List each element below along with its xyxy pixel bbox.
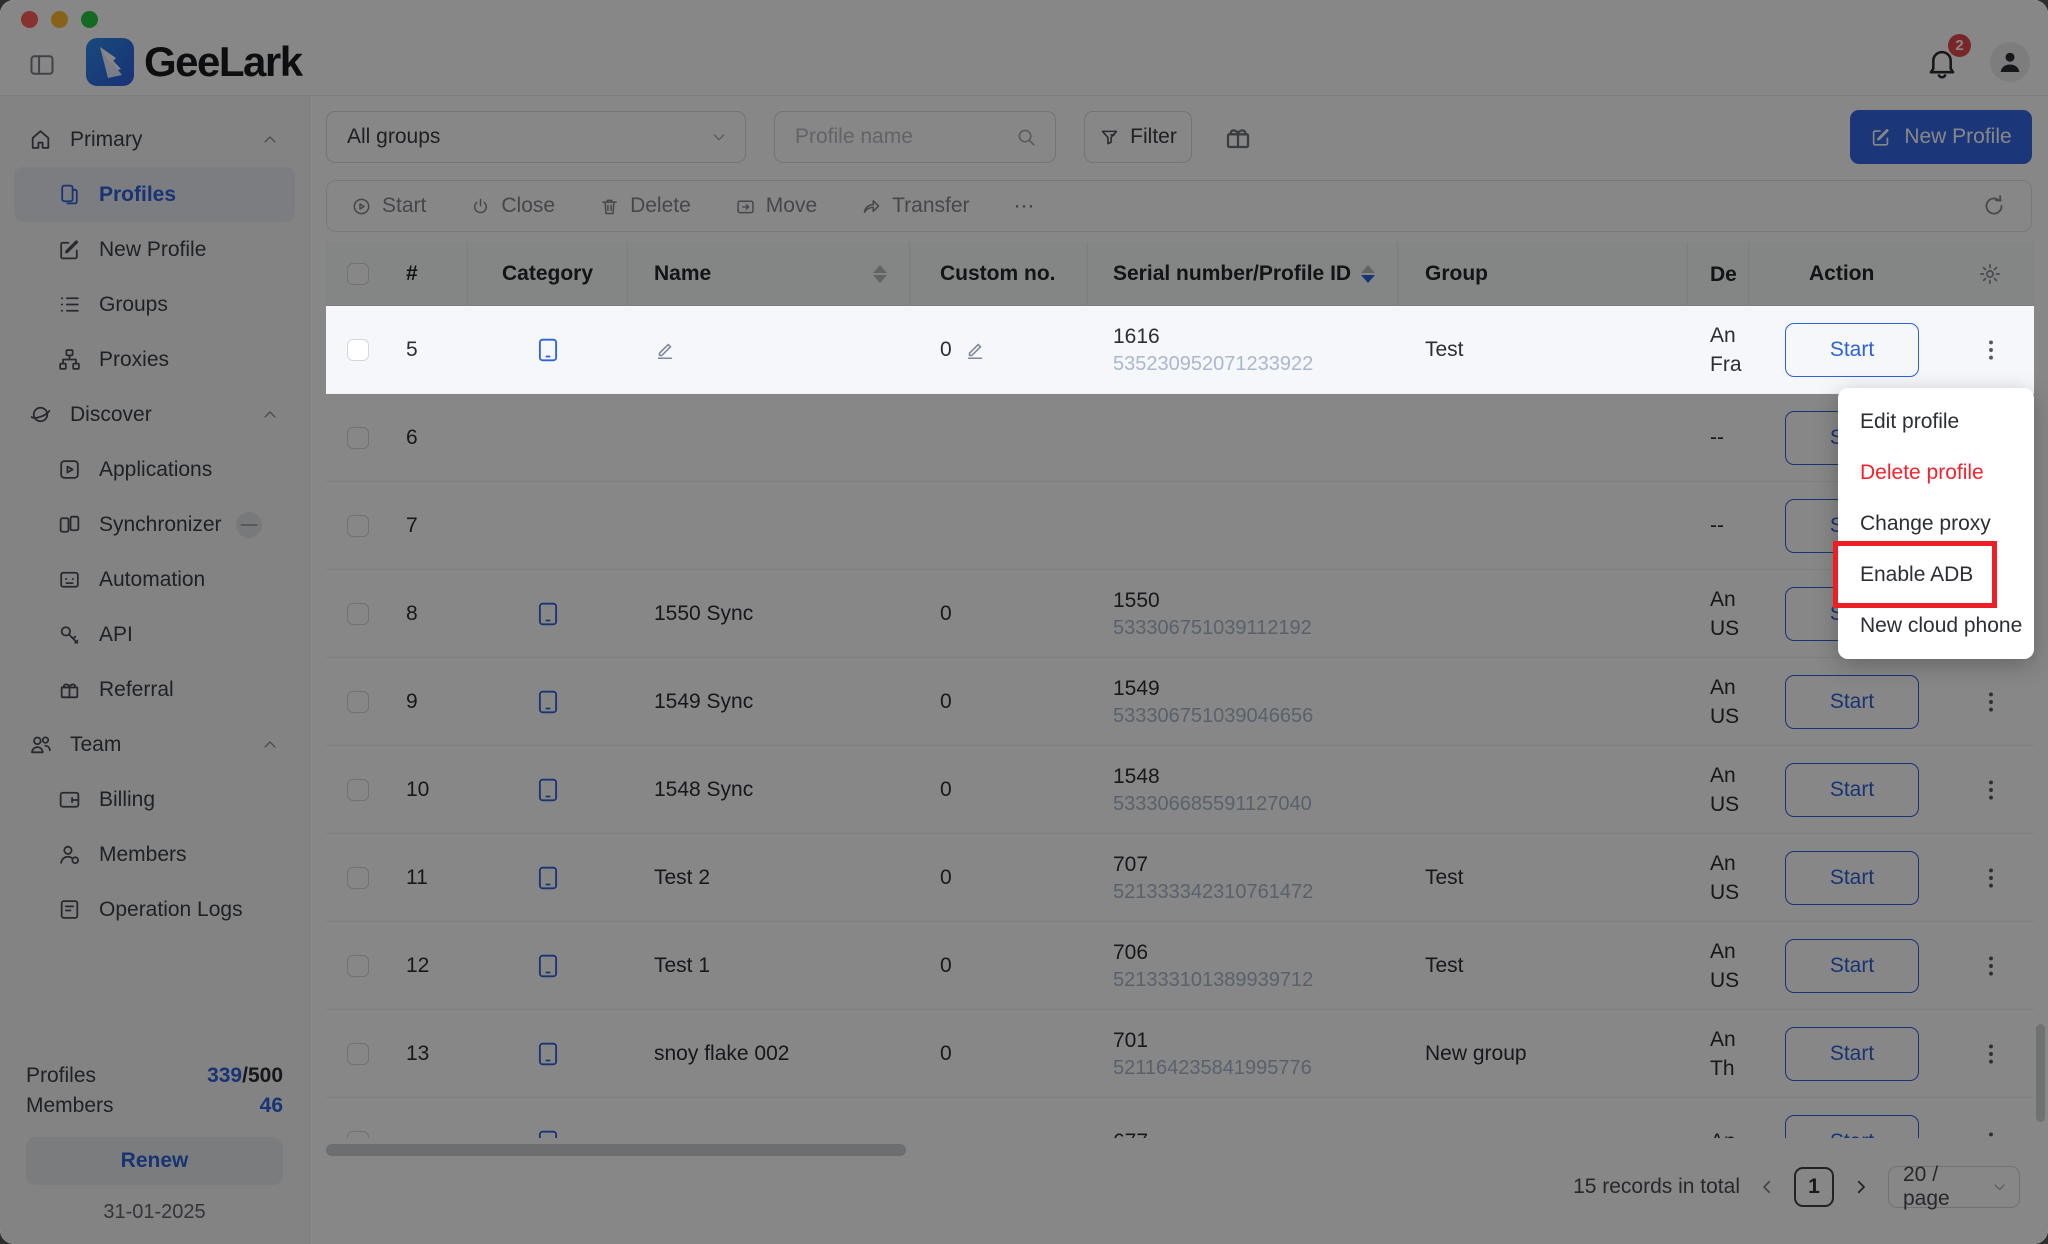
- phone-icon: [535, 331, 561, 369]
- cell-checkbox: [326, 306, 390, 393]
- profile-row-5: 5 0 1616 535230952071233922 Test An Fra Start: [326, 306, 2034, 394]
- menu-item-delete-profile[interactable]: Delete profile: [1838, 447, 2034, 498]
- cell-category: [468, 306, 628, 393]
- row-checkbox[interactable]: [347, 339, 369, 361]
- serial-number: 1616: [1113, 324, 1160, 349]
- cell-serial: 1616 535230952071233922: [1088, 306, 1398, 393]
- profile-id: 535230952071233922: [1113, 352, 1313, 376]
- cell-number: 5: [390, 306, 468, 393]
- menu-item-edit-profile[interactable]: Edit profile: [1838, 396, 2034, 447]
- kebab-menu-icon[interactable]: [1978, 337, 2004, 363]
- pencil-icon[interactable]: [654, 339, 676, 361]
- cell-custom-no: 0: [910, 306, 1088, 393]
- start-button[interactable]: Start: [1785, 323, 1919, 377]
- annotation-highlight-box: [1833, 541, 1997, 608]
- device-line: An: [1710, 323, 1736, 348]
- app-window: GeeLark 2 PrimaryProfilesNew ProfileGrou…: [0, 0, 2048, 1244]
- cell-action: Start: [1749, 306, 2034, 393]
- device-line: Fra: [1710, 352, 1742, 377]
- cell-group: Test: [1398, 306, 1688, 393]
- custom-no-text: 0: [940, 338, 952, 362]
- cell-device: An Fra: [1688, 306, 1749, 393]
- dim-overlay: [0, 0, 2048, 1244]
- row-context-menu: Edit profileDelete profileChange proxyEn…: [1838, 388, 2034, 659]
- pencil-icon[interactable]: [964, 339, 986, 361]
- cell-name: [628, 306, 910, 393]
